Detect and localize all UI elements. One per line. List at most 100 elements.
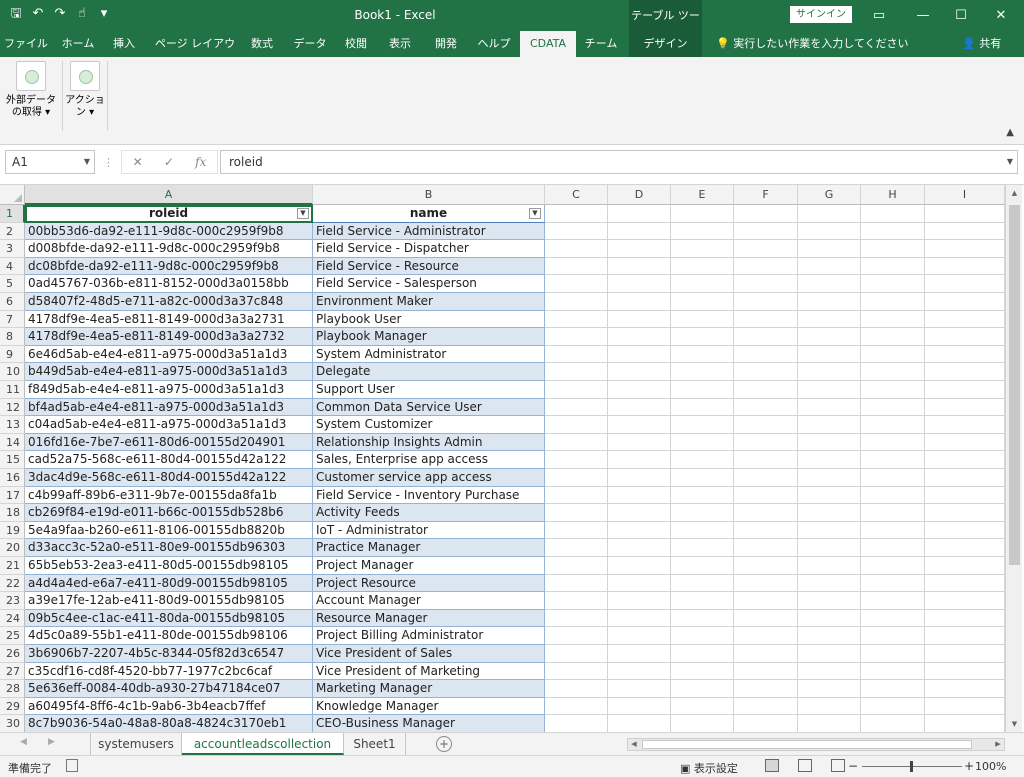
cell[interactable]	[798, 627, 861, 645]
page-break-view-icon[interactable]	[831, 759, 845, 772]
table-cell[interactable]: c04ad5ab-e4e4-e811-a975-000d3a51a1d3	[25, 416, 313, 434]
cell[interactable]	[798, 205, 861, 223]
cell[interactable]	[608, 486, 671, 505]
table-cell[interactable]: b449d5ab-e4e4-e811-a975-000d3a51a1d3	[25, 363, 313, 381]
cell[interactable]	[545, 381, 608, 399]
cell[interactable]	[861, 697, 925, 716]
table-cell[interactable]: cb269f84-e19d-e011-b66c-00155db528b6	[25, 504, 313, 522]
table-cell[interactable]: d008bfde-da92-e111-9d8c-000c2959f9b8	[25, 240, 313, 258]
cell[interactable]	[545, 627, 608, 645]
cell[interactable]	[798, 504, 861, 522]
cell[interactable]	[545, 398, 608, 417]
share-button[interactable]: 👤 共有	[962, 31, 1001, 57]
cell[interactable]	[925, 293, 1005, 311]
tab-developer[interactable]: 開発	[426, 31, 466, 57]
zoom-level[interactable]: 100%	[975, 760, 1006, 773]
table-cell[interactable]: d58407f2-48d5-e711-a82c-000d3a37c848	[25, 293, 313, 311]
table-cell[interactable]: CEO-Business Manager	[313, 715, 545, 732]
cell[interactable]	[798, 310, 861, 329]
cell[interactable]	[798, 539, 861, 557]
cell[interactable]	[608, 363, 671, 381]
column-header[interactable]: A	[25, 185, 313, 205]
cell[interactable]	[798, 662, 861, 681]
table-cell[interactable]: System Customizer	[313, 416, 545, 434]
row-header[interactable]: 20	[0, 539, 25, 557]
table-cell[interactable]: Field Service - Salesperson	[313, 275, 545, 293]
cell[interactable]	[861, 521, 925, 540]
cell[interactable]	[734, 310, 798, 329]
table-cell[interactable]: Sales, Enterprise app access	[313, 451, 545, 469]
cell[interactable]	[925, 627, 1005, 645]
cell[interactable]	[671, 257, 734, 276]
cell[interactable]	[608, 645, 671, 663]
action-button[interactable]: アクショ ン ▾	[58, 61, 112, 119]
cell[interactable]	[861, 345, 925, 364]
cell[interactable]	[608, 662, 671, 681]
table-header-cell[interactable]: name ▼	[313, 205, 545, 223]
cell[interactable]	[798, 680, 861, 698]
cell[interactable]	[925, 328, 1005, 346]
cell[interactable]	[798, 381, 861, 399]
cell[interactable]	[925, 310, 1005, 329]
table-cell[interactable]: Field Service - Dispatcher	[313, 240, 545, 258]
cell[interactable]	[925, 557, 1005, 575]
cell[interactable]	[545, 451, 608, 469]
cell[interactable]	[671, 293, 734, 311]
cell[interactable]	[734, 345, 798, 364]
table-cell[interactable]: 016fd16e-7be7-e611-80d6-00155d204901	[25, 433, 313, 452]
tab-cdata[interactable]: CDATA	[520, 31, 576, 57]
table-cell[interactable]: Common Data Service User	[313, 398, 545, 417]
sheet-tab-systemusers[interactable]: systemusers	[90, 733, 182, 755]
row-header[interactable]: 9	[0, 345, 25, 364]
row-header[interactable]: 24	[0, 609, 25, 628]
touch-mode-icon[interactable]: ☝	[74, 6, 90, 22]
cell[interactable]	[545, 697, 608, 716]
cell[interactable]	[925, 240, 1005, 258]
row-header[interactable]: 7	[0, 310, 25, 329]
cell[interactable]	[545, 275, 608, 293]
cell[interactable]	[861, 293, 925, 311]
cell[interactable]	[861, 680, 925, 698]
cell[interactable]	[734, 328, 798, 346]
cell[interactable]	[734, 398, 798, 417]
table-cell[interactable]: Environment Maker	[313, 293, 545, 311]
cell[interactable]	[798, 574, 861, 593]
cell[interactable]	[861, 257, 925, 276]
row-header[interactable]: 6	[0, 293, 25, 311]
cell[interactable]	[925, 697, 1005, 716]
cell[interactable]	[671, 627, 734, 645]
cell[interactable]	[545, 416, 608, 434]
table-cell[interactable]: dc08bfde-da92-e111-9d8c-000c2959f9b8	[25, 257, 313, 276]
cell[interactable]	[608, 433, 671, 452]
cell[interactable]	[608, 275, 671, 293]
cell[interactable]	[545, 363, 608, 381]
cell[interactable]	[798, 293, 861, 311]
cell[interactable]	[734, 645, 798, 663]
zoom-out-icon[interactable]: −	[848, 759, 858, 773]
cell[interactable]	[798, 257, 861, 276]
row-header[interactable]: 30	[0, 715, 25, 732]
table-cell[interactable]: c35cdf16-cd8f-4520-bb77-1977c2bc6caf	[25, 662, 313, 681]
cell[interactable]	[734, 433, 798, 452]
cell[interactable]	[798, 697, 861, 716]
row-header[interactable]: 8	[0, 328, 25, 346]
display-settings-button[interactable]: ▣ 表示設定	[680, 760, 738, 776]
column-header[interactable]: G	[798, 185, 861, 205]
cell[interactable]	[545, 662, 608, 681]
cell[interactable]	[671, 451, 734, 469]
enter-icon[interactable]: ✓	[164, 155, 174, 169]
tab-review[interactable]: 校閲	[338, 31, 374, 57]
cell[interactable]	[925, 222, 1005, 241]
cell[interactable]	[861, 539, 925, 557]
cell[interactable]	[608, 328, 671, 346]
cell[interactable]	[608, 398, 671, 417]
cell[interactable]	[608, 592, 671, 610]
cell[interactable]	[734, 240, 798, 258]
tab-view[interactable]: 表示	[382, 31, 418, 57]
cell[interactable]	[861, 328, 925, 346]
cell[interactable]	[545, 240, 608, 258]
cell[interactable]	[925, 574, 1005, 593]
cell[interactable]	[608, 257, 671, 276]
table-cell[interactable]: Field Service - Administrator	[313, 222, 545, 241]
cell[interactable]	[734, 680, 798, 698]
